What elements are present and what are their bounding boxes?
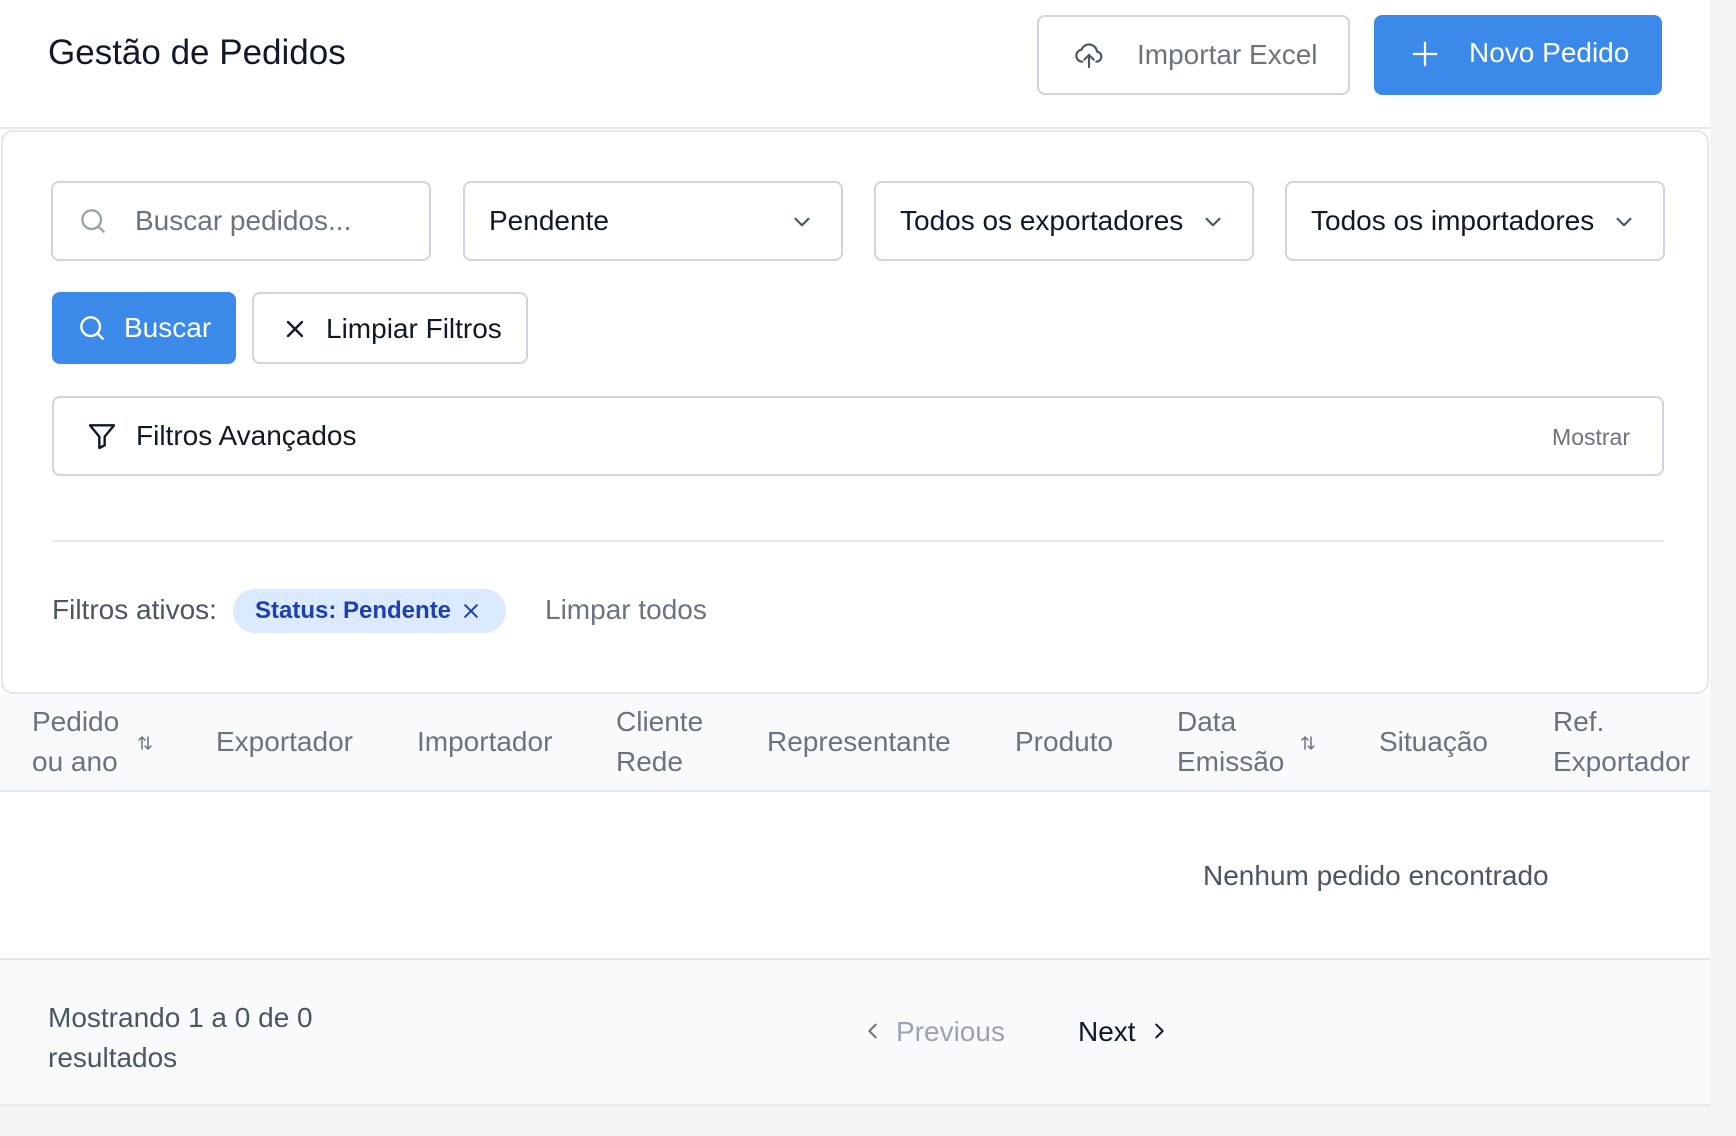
- chevron-down-icon: [1200, 209, 1226, 235]
- column-ref-line1: Ref.: [1553, 706, 1605, 737]
- advanced-filters-show[interactable]: Mostrar: [1552, 424, 1630, 451]
- empty-state-message: Nenhum pedido encontrado: [1203, 860, 1549, 891]
- results-summary-line2: resultados: [48, 1042, 178, 1073]
- column-importador: Importador: [417, 726, 553, 757]
- plus-icon: [1410, 39, 1440, 69]
- search-icon: [77, 205, 109, 237]
- importer-select-value: Todos os importadores: [1311, 205, 1595, 236]
- page-header: Gestão de Pedidos Importar Excel Novo Pe…: [0, 0, 1710, 129]
- column-cliente-line2: Rede: [616, 746, 683, 777]
- column-ref-exportador: Ref. Exportador: [1553, 702, 1690, 782]
- search-icon: [76, 312, 108, 344]
- next-page-label: Next: [1078, 1016, 1136, 1047]
- column-pedido-line2: ou ano: [32, 746, 118, 777]
- chevron-right-icon: [1148, 1020, 1170, 1042]
- clear-filters-label: Limpiar Filtros: [326, 313, 502, 344]
- column-cliente-line1: Cliente: [616, 706, 704, 737]
- column-data-line2: Emissão: [1177, 746, 1285, 777]
- filter-icon: [86, 420, 118, 452]
- previous-page-label: Previous: [896, 1016, 1005, 1047]
- results-summary-line1: Mostrando 1 a 0 de 0: [48, 1002, 313, 1033]
- clear-all-link[interactable]: Limpar todos: [545, 594, 707, 626]
- advanced-filters-label: Filtros Avançados: [136, 420, 357, 451]
- column-ref-line2: Exportador: [1553, 746, 1690, 777]
- clear-filters-button[interactable]: Limpiar Filtros: [252, 292, 528, 364]
- remove-filter-icon[interactable]: [461, 601, 481, 621]
- sort-icon[interactable]: [137, 734, 153, 752]
- new-order-label: Novo Pedido: [1469, 37, 1630, 68]
- column-data-line1: Data: [1177, 706, 1237, 737]
- search-placeholder: Buscar pedidos...: [135, 205, 352, 236]
- column-representante: Representante: [767, 726, 951, 757]
- search-input[interactable]: Buscar pedidos...: [51, 181, 431, 261]
- page: Gestão de Pedidos Importar Excel Novo Pe…: [0, 0, 1710, 1106]
- chevron-left-icon: [862, 1020, 884, 1042]
- column-exportador: Exportador: [216, 726, 353, 757]
- status-select-value: Pendente: [489, 205, 609, 236]
- column-data-emissao: Data Emissão: [1177, 702, 1284, 782]
- filter-panel: Buscar pedidos... Pendente Todos os expo…: [1, 130, 1709, 694]
- close-icon: [281, 315, 309, 343]
- active-filter-chip: Status: Pendente: [233, 589, 506, 633]
- cloud-upload-icon: [1073, 39, 1105, 71]
- sort-icon[interactable]: [1300, 734, 1316, 752]
- column-situacao: Situação: [1379, 726, 1488, 757]
- importer-select[interactable]: Todos os importadores: [1285, 181, 1665, 261]
- import-excel-label: Importar Excel: [1137, 39, 1318, 70]
- search-button[interactable]: Buscar: [52, 292, 236, 364]
- new-order-button[interactable]: Novo Pedido: [1374, 15, 1662, 95]
- import-excel-button[interactable]: Importar Excel: [1037, 15, 1350, 95]
- table-body: Nenhum pedido encontrado: [0, 792, 1710, 960]
- table-header: Pedido ou ano Exportador Importador Clie…: [0, 694, 1710, 792]
- exporter-select[interactable]: Todos os exportadores: [874, 181, 1254, 261]
- results-summary: Mostrando 1 a 0 de 0 resultados: [48, 998, 348, 1078]
- advanced-filters-toggle[interactable]: Filtros Avançados Mostrar: [52, 396, 1664, 476]
- chevron-down-icon: [1611, 209, 1637, 235]
- exporter-select-value: Todos os exportadores: [900, 205, 1184, 236]
- page-title: Gestão de Pedidos: [48, 33, 346, 72]
- column-pedido-line1: Pedido: [32, 706, 120, 737]
- active-filter-chip-label: Status: Pendente: [255, 597, 452, 624]
- pagination-footer: Mostrando 1 a 0 de 0 resultados Previous…: [0, 960, 1710, 1106]
- status-select[interactable]: Pendente: [463, 181, 843, 261]
- column-pedido: Pedido ou ano: [32, 702, 119, 782]
- divider: [52, 540, 1664, 542]
- search-button-label: Buscar: [124, 312, 212, 343]
- active-filters-label: Filtros ativos:: [52, 594, 217, 625]
- column-produto: Produto: [1015, 726, 1114, 757]
- chevron-down-icon: [789, 209, 815, 235]
- column-cliente-rede: Cliente Rede: [616, 702, 703, 782]
